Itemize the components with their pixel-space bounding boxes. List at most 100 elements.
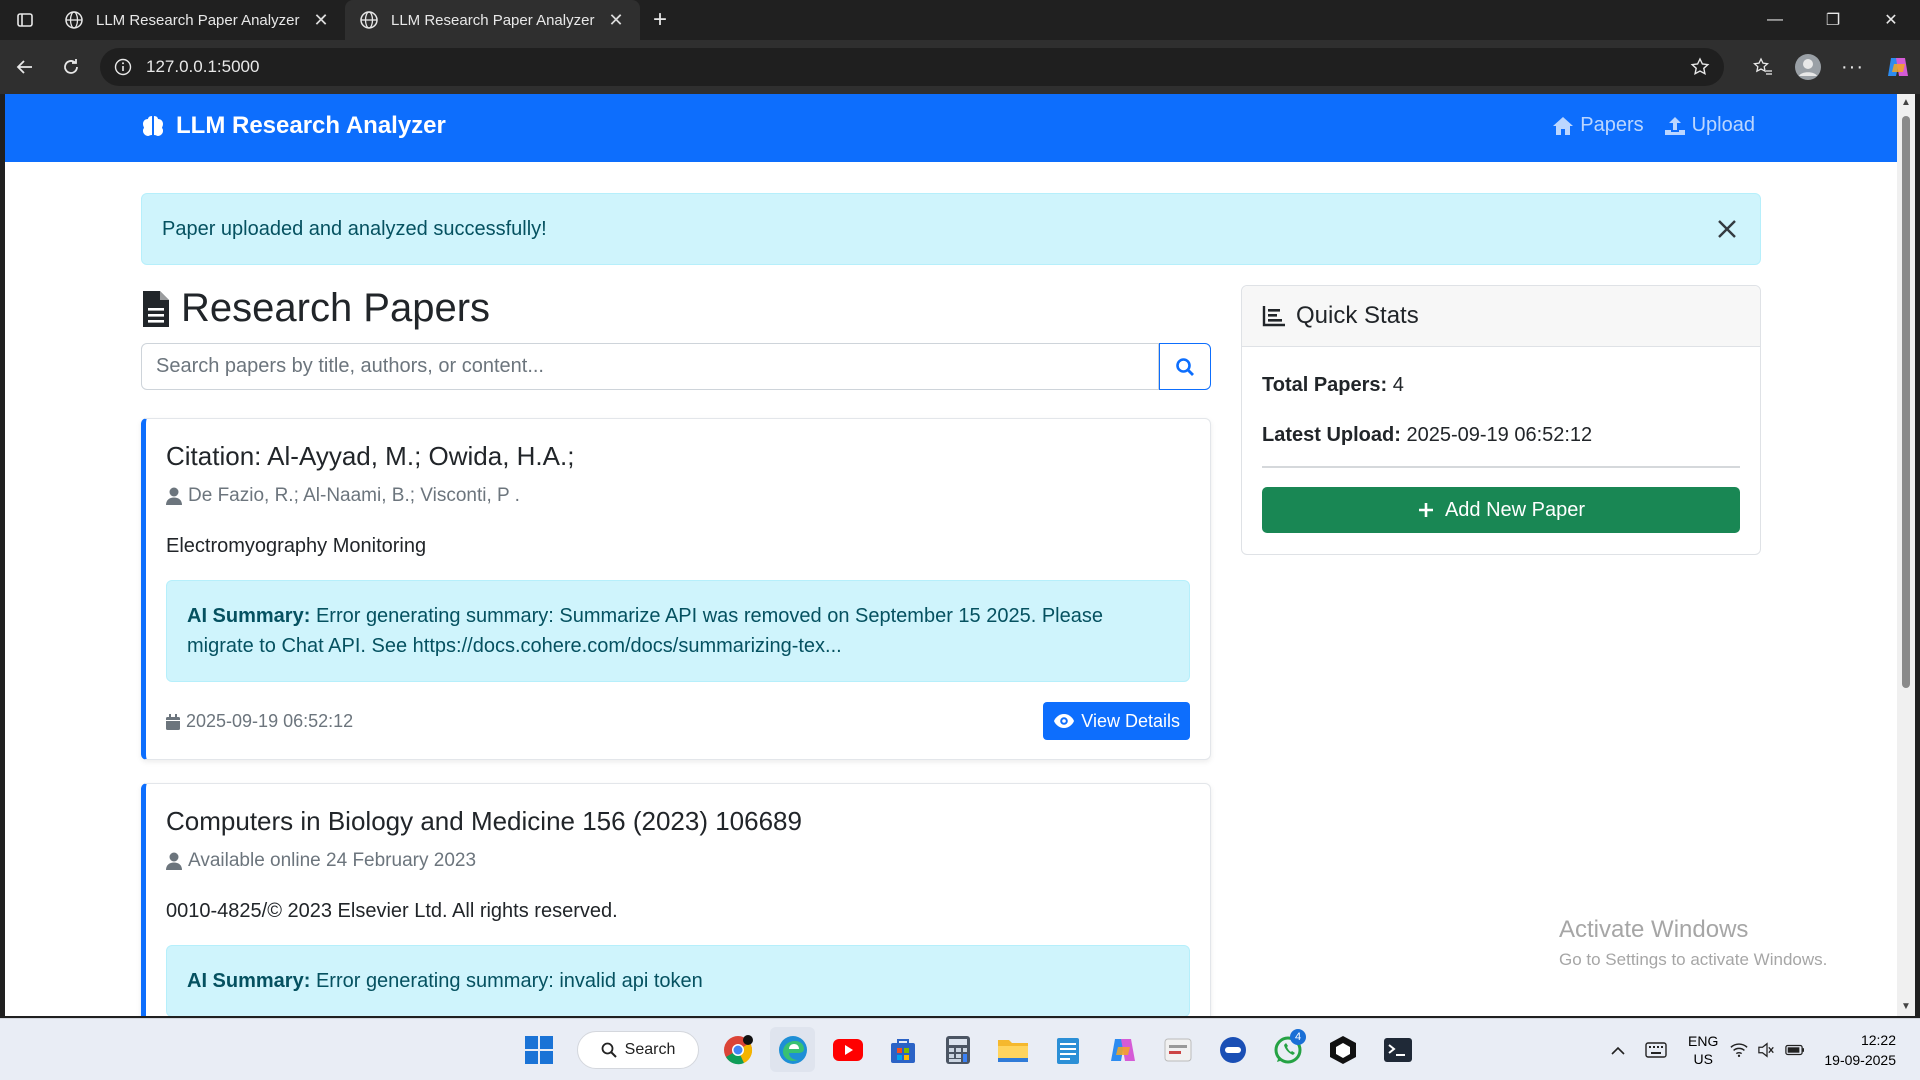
- search-bar: [141, 343, 1211, 390]
- language-indicator[interactable]: ENG US: [1688, 1032, 1718, 1068]
- brand-name: LLM Research Analyzer: [176, 112, 446, 139]
- favorites-button[interactable]: [1740, 47, 1785, 87]
- store-icon: [890, 1038, 915, 1063]
- clock-date: 19-09-2025: [1824, 1052, 1896, 1068]
- notepad-app[interactable]: [1045, 1027, 1090, 1072]
- tab-title: LLM Research Paper Analyzer: [96, 11, 300, 29]
- stat-label: Total Papers:: [1262, 374, 1388, 396]
- nav-link-papers[interactable]: Papers: [1552, 114, 1644, 137]
- close-tab-icon[interactable]: ✕: [606, 10, 626, 31]
- taskbar-search-label: Search: [624, 1040, 676, 1058]
- cube-icon: [1329, 1035, 1356, 1064]
- brain-icon: [143, 116, 163, 136]
- minimize-button[interactable]: —: [1746, 0, 1804, 40]
- home-icon: [1553, 116, 1574, 135]
- scrollbar-thumb[interactable]: [1902, 116, 1910, 688]
- ai-summary: AI Summary: Error generating summary: Su…: [166, 580, 1190, 682]
- paper-description: Electromyography Monitoring: [166, 535, 427, 557]
- alert-message: Paper uploaded and analyzed successfully…: [162, 217, 547, 240]
- watermark-title: Activate Windows: [1559, 916, 1749, 943]
- add-new-paper-button[interactable]: Add New Paper: [1262, 487, 1740, 533]
- favorites-icon: [1752, 57, 1772, 75]
- paper-title: Computers in Biology and Medicine 156 (2…: [166, 806, 802, 836]
- activate-windows-watermark: Activate Windows Go to Settings to activ…: [1559, 916, 1827, 970]
- divider: [1262, 466, 1740, 468]
- copilot-icon: [1110, 1038, 1135, 1061]
- more-options-button[interactable]: ···: [1830, 47, 1875, 87]
- tab-title: LLM Research Paper Analyzer: [391, 11, 595, 29]
- restore-button[interactable]: ❐: [1804, 0, 1862, 40]
- browser-tab-1[interactable]: LLM Research Paper Analyzer ✕: [50, 0, 345, 40]
- nav-link-upload[interactable]: Upload: [1664, 114, 1755, 137]
- stat-value: 4: [1392, 374, 1404, 396]
- address-bar[interactable]: 127.0.0.1:5000: [100, 48, 1724, 86]
- chevron-up-icon: [1611, 1046, 1625, 1055]
- brand[interactable]: LLM Research Analyzer: [140, 112, 446, 140]
- file-explorer-app[interactable]: [990, 1027, 1035, 1072]
- cursor-app[interactable]: [1320, 1027, 1365, 1072]
- search-input[interactable]: [141, 343, 1159, 390]
- paper-title: Citation: Al-Ayyad, M.; Owida, H.A.;: [166, 441, 575, 471]
- stats-title: Quick Stats: [1296, 302, 1419, 329]
- imo-app[interactable]: [1210, 1027, 1255, 1072]
- scroll-up-icon[interactable]: ▲: [1900, 97, 1912, 109]
- quick-stats-panel: Quick Stats Total Papers: 4 Latest Uploa…: [1241, 285, 1761, 555]
- terminal-app[interactable]: [1375, 1027, 1420, 1072]
- paper-description: 0010-4825/© 2023 Elsevier Ltd. All right…: [166, 900, 618, 922]
- youtube-app[interactable]: [825, 1027, 870, 1072]
- browser-tab-bar: LLM Research Paper Analyzer ✕ LLM Resear…: [0, 0, 1920, 40]
- upload-icon: [1664, 116, 1685, 135]
- plus-icon: [1418, 503, 1433, 517]
- notification-badge: 4: [1290, 1029, 1306, 1045]
- keyboard-button[interactable]: [1636, 1042, 1676, 1058]
- imo-icon: [1219, 1036, 1246, 1063]
- url-text: 127.0.0.1:5000: [146, 57, 260, 76]
- store-app[interactable]: [880, 1027, 925, 1072]
- show-hidden-icons-button[interactable]: [1600, 1045, 1636, 1055]
- folder-icon: [997, 1039, 1028, 1062]
- view-details-label: View Details: [1081, 710, 1180, 731]
- reload-icon: [64, 59, 78, 74]
- stat-label: Latest Upload:: [1262, 424, 1401, 446]
- search-button[interactable]: [1159, 343, 1211, 390]
- browser-tab-2[interactable]: LLM Research Paper Analyzer ✕: [345, 0, 640, 40]
- globe-icon: [360, 11, 378, 29]
- close-tab-icon[interactable]: ✕: [311, 10, 331, 31]
- clock[interactable]: 12:22 19-09-2025: [1824, 1030, 1896, 1070]
- ai-summary: AI Summary: Error generating summary: in…: [166, 945, 1190, 1016]
- search-icon: [1176, 357, 1194, 376]
- stat-total-papers: Total Papers: 4: [1262, 374, 1404, 397]
- browser-right-tools: ···: [1740, 40, 1920, 94]
- edge-app[interactable]: [770, 1027, 815, 1072]
- unknown-app[interactable]: [1155, 1027, 1200, 1072]
- chrome-icon: [723, 1034, 753, 1064]
- view-details-button[interactable]: View Details: [1043, 702, 1190, 740]
- summary-label: AI Summary:: [187, 605, 311, 627]
- quick-settings-button[interactable]: [1730, 1042, 1804, 1058]
- chrome-app[interactable]: [715, 1027, 760, 1072]
- page-scrollbar[interactable]: ▲ ▼: [1897, 94, 1915, 1016]
- web-page: LLM Research Analyzer Papers Upload Pape…: [5, 94, 1897, 1016]
- scroll-down-icon[interactable]: ▼: [1900, 1001, 1912, 1013]
- more-icon: ···: [1841, 55, 1864, 78]
- back-button[interactable]: [2, 47, 48, 87]
- new-tab-button[interactable]: +: [640, 0, 680, 40]
- wifi-icon: [1730, 1043, 1748, 1058]
- stat-latest-upload: Latest Upload: 2025-09-19 06:52:12: [1262, 424, 1592, 447]
- close-icon[interactable]: [1712, 214, 1742, 244]
- tab-actions-button[interactable]: [0, 0, 50, 40]
- browser-toolbar: 127.0.0.1:5000 ···: [0, 40, 1920, 94]
- taskbar: Search 4 ENG US 12:22 19-09-2025: [0, 1018, 1920, 1080]
- reload-button[interactable]: [48, 47, 94, 87]
- copilot-app[interactable]: [1100, 1027, 1145, 1072]
- copilot-button[interactable]: [1875, 47, 1920, 87]
- whatsapp-app[interactable]: 4: [1265, 1027, 1310, 1072]
- start-button[interactable]: [516, 1027, 561, 1072]
- user-icon: [166, 487, 182, 505]
- calculator-app[interactable]: [935, 1027, 980, 1072]
- profile-button[interactable]: [1785, 47, 1830, 87]
- taskbar-search[interactable]: Search: [577, 1030, 699, 1069]
- close-window-button[interactable]: ✕: [1862, 0, 1920, 40]
- star-icon[interactable]: [1690, 57, 1710, 77]
- taskbar-apps: Search 4: [516, 1027, 1420, 1072]
